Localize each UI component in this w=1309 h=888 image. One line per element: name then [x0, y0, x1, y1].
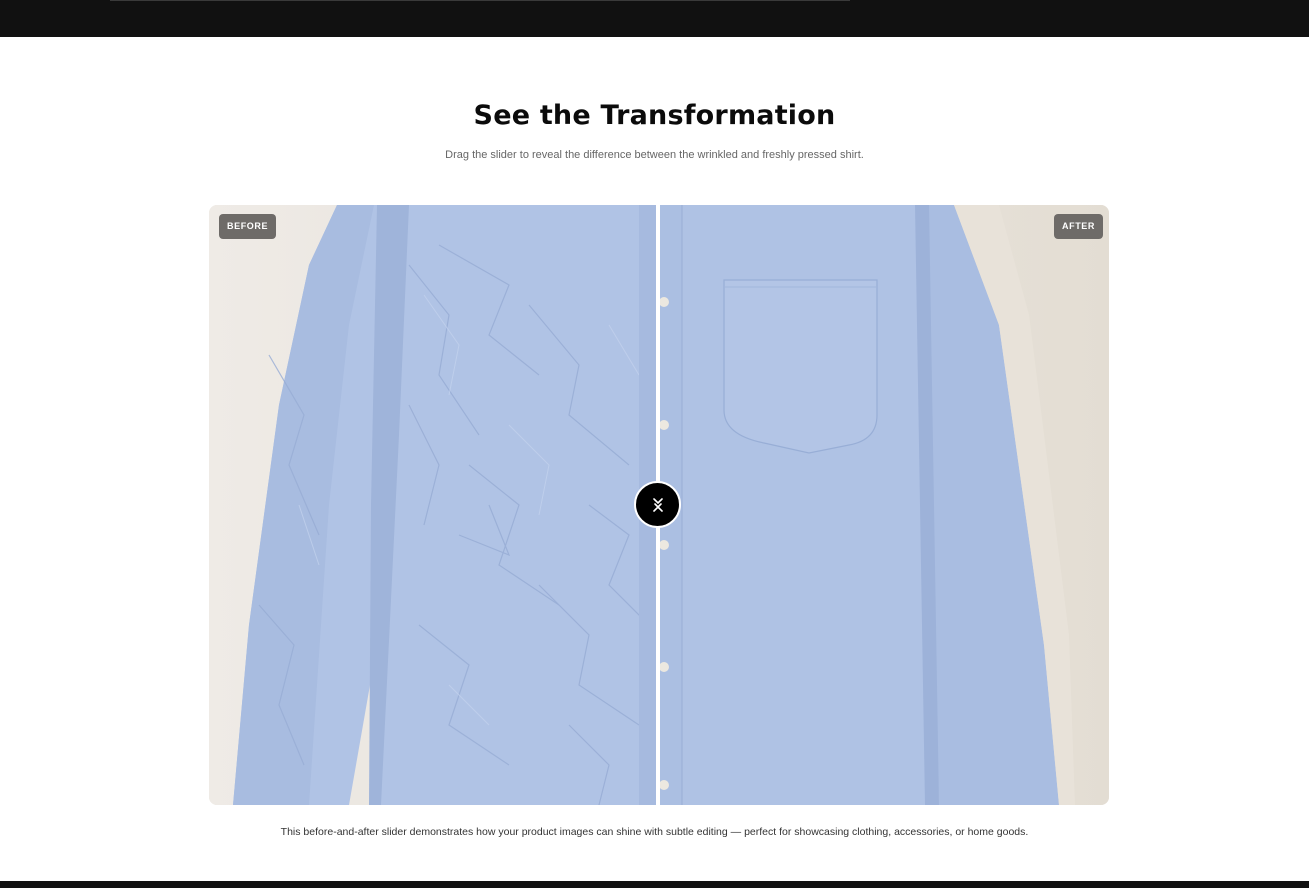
- top-bar-divider: [110, 0, 850, 1]
- section-title: See the Transformation: [473, 100, 836, 131]
- slider-caption: This before-and-after slider demonstrate…: [280, 826, 1029, 838]
- drag-arrows-icon: [652, 497, 663, 512]
- after-label: AFTER: [1054, 214, 1103, 239]
- footer-bar: [0, 881, 1309, 888]
- before-label: BEFORE: [219, 214, 277, 239]
- pressed-shirt: [658, 205, 1075, 805]
- slider-handle[interactable]: [634, 481, 681, 528]
- top-navigation-bar: [0, 0, 1309, 37]
- section-subtitle: Drag the slider to reveal the difference…: [445, 149, 864, 161]
